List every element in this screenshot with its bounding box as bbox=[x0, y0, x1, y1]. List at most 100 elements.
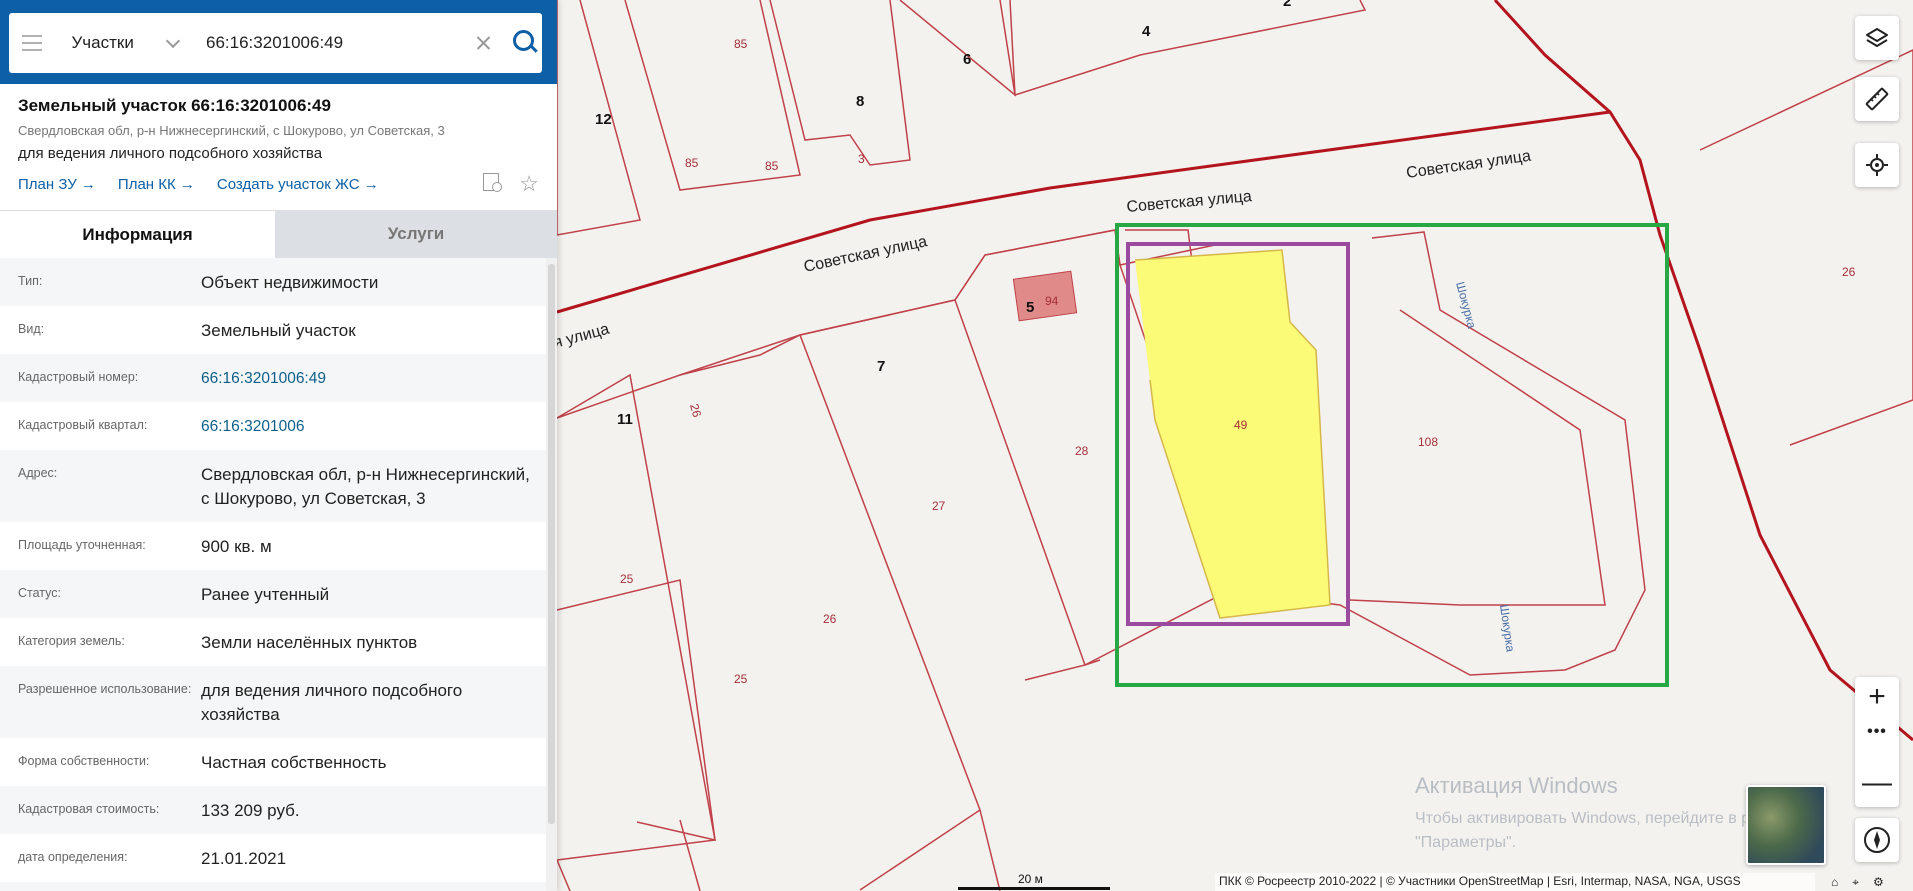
house-number: 12 bbox=[595, 111, 612, 128]
info-row-value: Частная собственность bbox=[201, 753, 387, 772]
tab-information[interactable]: Информация bbox=[0, 210, 275, 258]
info-row-value: Земли населённых пунктов bbox=[201, 633, 418, 652]
basemap-toggle[interactable] bbox=[1746, 785, 1826, 865]
parcel-number: 108 bbox=[1418, 435, 1438, 449]
info-row-label: Кадастровый квартал: bbox=[18, 418, 148, 432]
info-row-label: Форма собственности: bbox=[18, 754, 150, 768]
object-address: Свердловская обл, р-н Нижнесергинский, с… bbox=[18, 123, 445, 138]
house-number: 2 bbox=[1283, 0, 1291, 10]
chevron-down-icon bbox=[165, 33, 181, 48]
house-number: 7 bbox=[877, 358, 885, 375]
parcel-number: 25 bbox=[620, 572, 634, 586]
info-row: Адрес: Свердловская обл, р-н Нижнесергинс… bbox=[0, 450, 546, 522]
parcel bbox=[979, 659, 1101, 891]
zoom-controls: + ••• — bbox=[1855, 677, 1899, 807]
menu-icon[interactable] bbox=[9, 13, 55, 73]
layers-icon bbox=[1866, 28, 1888, 47]
info-row-value: 21.01.2021 bbox=[201, 849, 287, 868]
street-label: Советская улица bbox=[1126, 188, 1253, 216]
scrollbar-thumb[interactable] bbox=[548, 264, 555, 824]
info-row: Вид: Земельный участок bbox=[0, 306, 546, 354]
info-row: Кадастровый квартал: 66:16:3201006 bbox=[0, 402, 546, 450]
parcel bbox=[556, 819, 701, 891]
zoom-in-button[interactable]: + bbox=[1855, 677, 1899, 717]
info-row: Кадастровая стоимость: 133 209 руб. bbox=[0, 786, 546, 834]
info-row-value: Ранее учтенный bbox=[201, 585, 330, 604]
info-row: дата определения: 21.01.2021 bbox=[0, 834, 546, 882]
object-header: Земельный участок 66:16:3201006:49 Сверд… bbox=[0, 84, 557, 210]
parcel-number: 3 bbox=[858, 152, 865, 166]
document-search-icon[interactable] bbox=[483, 173, 505, 195]
scale-bar: 20 м bbox=[958, 872, 1110, 891]
zoom-out-button[interactable]: — bbox=[1855, 763, 1899, 803]
info-row-label: Статус: bbox=[18, 586, 61, 600]
map-attribution: ПКК © Росреестр 2010-2022 | © Участники … bbox=[1215, 873, 1815, 891]
info-row: Статус: Ранее учтенный bbox=[0, 570, 546, 618]
search-input[interactable] bbox=[206, 23, 458, 63]
scrollbar[interactable] bbox=[546, 258, 557, 891]
parcel-number: 27 bbox=[932, 499, 946, 513]
plan-kk-link[interactable]: План КК → bbox=[118, 176, 195, 193]
home-icon[interactable]: ⌂ bbox=[1831, 875, 1838, 889]
info-row-value: Земельный участок bbox=[201, 321, 356, 340]
locate-button[interactable] bbox=[1855, 143, 1899, 187]
info-row: Тип: Объект недвижимости bbox=[0, 258, 546, 306]
parcel bbox=[769, 0, 911, 166]
house-number: 6 bbox=[963, 51, 971, 68]
house-number: 5 bbox=[1026, 299, 1034, 316]
more-options-button[interactable]: ••• bbox=[1855, 717, 1899, 747]
settings-icon[interactable]: ⚙ bbox=[1873, 875, 1884, 889]
scale-label: 20 м bbox=[1018, 872, 1043, 886]
info-row: Разрешенное использование: для ведения ли… bbox=[0, 666, 546, 738]
info-row-link[interactable]: 66:16:3201006:49 bbox=[201, 367, 531, 391]
street-label: я улица bbox=[552, 321, 612, 352]
crosshair-small-icon[interactable]: ⌖ bbox=[1852, 875, 1859, 890]
compass-icon bbox=[1864, 827, 1890, 853]
info-row-link[interactable]: 66:16:3201006 bbox=[201, 415, 531, 439]
street-label: Советская улица bbox=[1405, 148, 1532, 182]
parcel bbox=[999, 0, 1367, 96]
parcel-number: 85 bbox=[765, 159, 779, 173]
road-sovetskaya bbox=[556, 110, 1611, 314]
create-parcel-link[interactable]: Создать участок ЖС → bbox=[217, 176, 379, 193]
river-label: Шокурка bbox=[1497, 603, 1518, 653]
info-row: Кадастровый номер: 66:16:3201006:49 bbox=[0, 354, 546, 402]
house-number: 11 bbox=[617, 411, 633, 428]
info-list: Тип: Объект недвижимости Вид: Земельный уча… bbox=[0, 258, 546, 891]
street-label: Советская улица bbox=[802, 233, 929, 276]
info-row-label: дата определения: bbox=[18, 850, 128, 864]
info-row-label: Разрешенное использование: bbox=[18, 682, 192, 696]
bottom-toolbar: ⌂ ⌖ ⚙ bbox=[1825, 873, 1913, 891]
road-east bbox=[1493, 0, 1913, 742]
parcel bbox=[556, 579, 716, 861]
info-row-label: Категория земель: bbox=[18, 634, 125, 648]
info-row-label: Тип: bbox=[18, 274, 43, 288]
plan-zu-link[interactable]: План ЗУ → bbox=[18, 176, 96, 193]
object-links: План ЗУ → План КК → Создать участок ЖС →… bbox=[18, 173, 539, 195]
selected-parcel[interactable] bbox=[1134, 249, 1331, 619]
info-panel: Участки Земельный участок 66:16:3201006:… bbox=[0, 0, 557, 891]
parcel-number: 85 bbox=[685, 156, 699, 170]
info-row-label: Кадастровый номер: bbox=[18, 370, 139, 384]
info-row-label: Площадь уточненная: bbox=[18, 538, 146, 552]
ruler-icon bbox=[1865, 87, 1889, 111]
parcel-number: 28 bbox=[1075, 444, 1089, 458]
object-title: Земельный участок 66:16:3201006:49 bbox=[18, 96, 331, 115]
parcel-number: 85 bbox=[734, 37, 748, 51]
scale-line bbox=[958, 887, 1110, 890]
object-purpose: для ведения личного подсобного хозяйства bbox=[18, 145, 323, 162]
info-row-value: для ведения личного подсобного хозяйства bbox=[201, 681, 463, 724]
scope-select[interactable]: Участки bbox=[55, 13, 192, 73]
clear-icon[interactable] bbox=[472, 31, 495, 55]
star-icon[interactable]: ☆ bbox=[519, 173, 539, 195]
layers-button[interactable] bbox=[1855, 16, 1899, 60]
measure-button[interactable] bbox=[1855, 77, 1899, 121]
parcel bbox=[899, 0, 1016, 97]
parcel bbox=[556, 373, 716, 841]
parcel-number: 94 bbox=[1045, 294, 1059, 308]
search-icon[interactable] bbox=[509, 26, 542, 60]
house-number: 8 bbox=[856, 93, 864, 110]
compass-button[interactable] bbox=[1855, 818, 1899, 862]
tab-services[interactable]: Услуги bbox=[275, 210, 557, 258]
parcel-number: 26 bbox=[687, 402, 704, 419]
